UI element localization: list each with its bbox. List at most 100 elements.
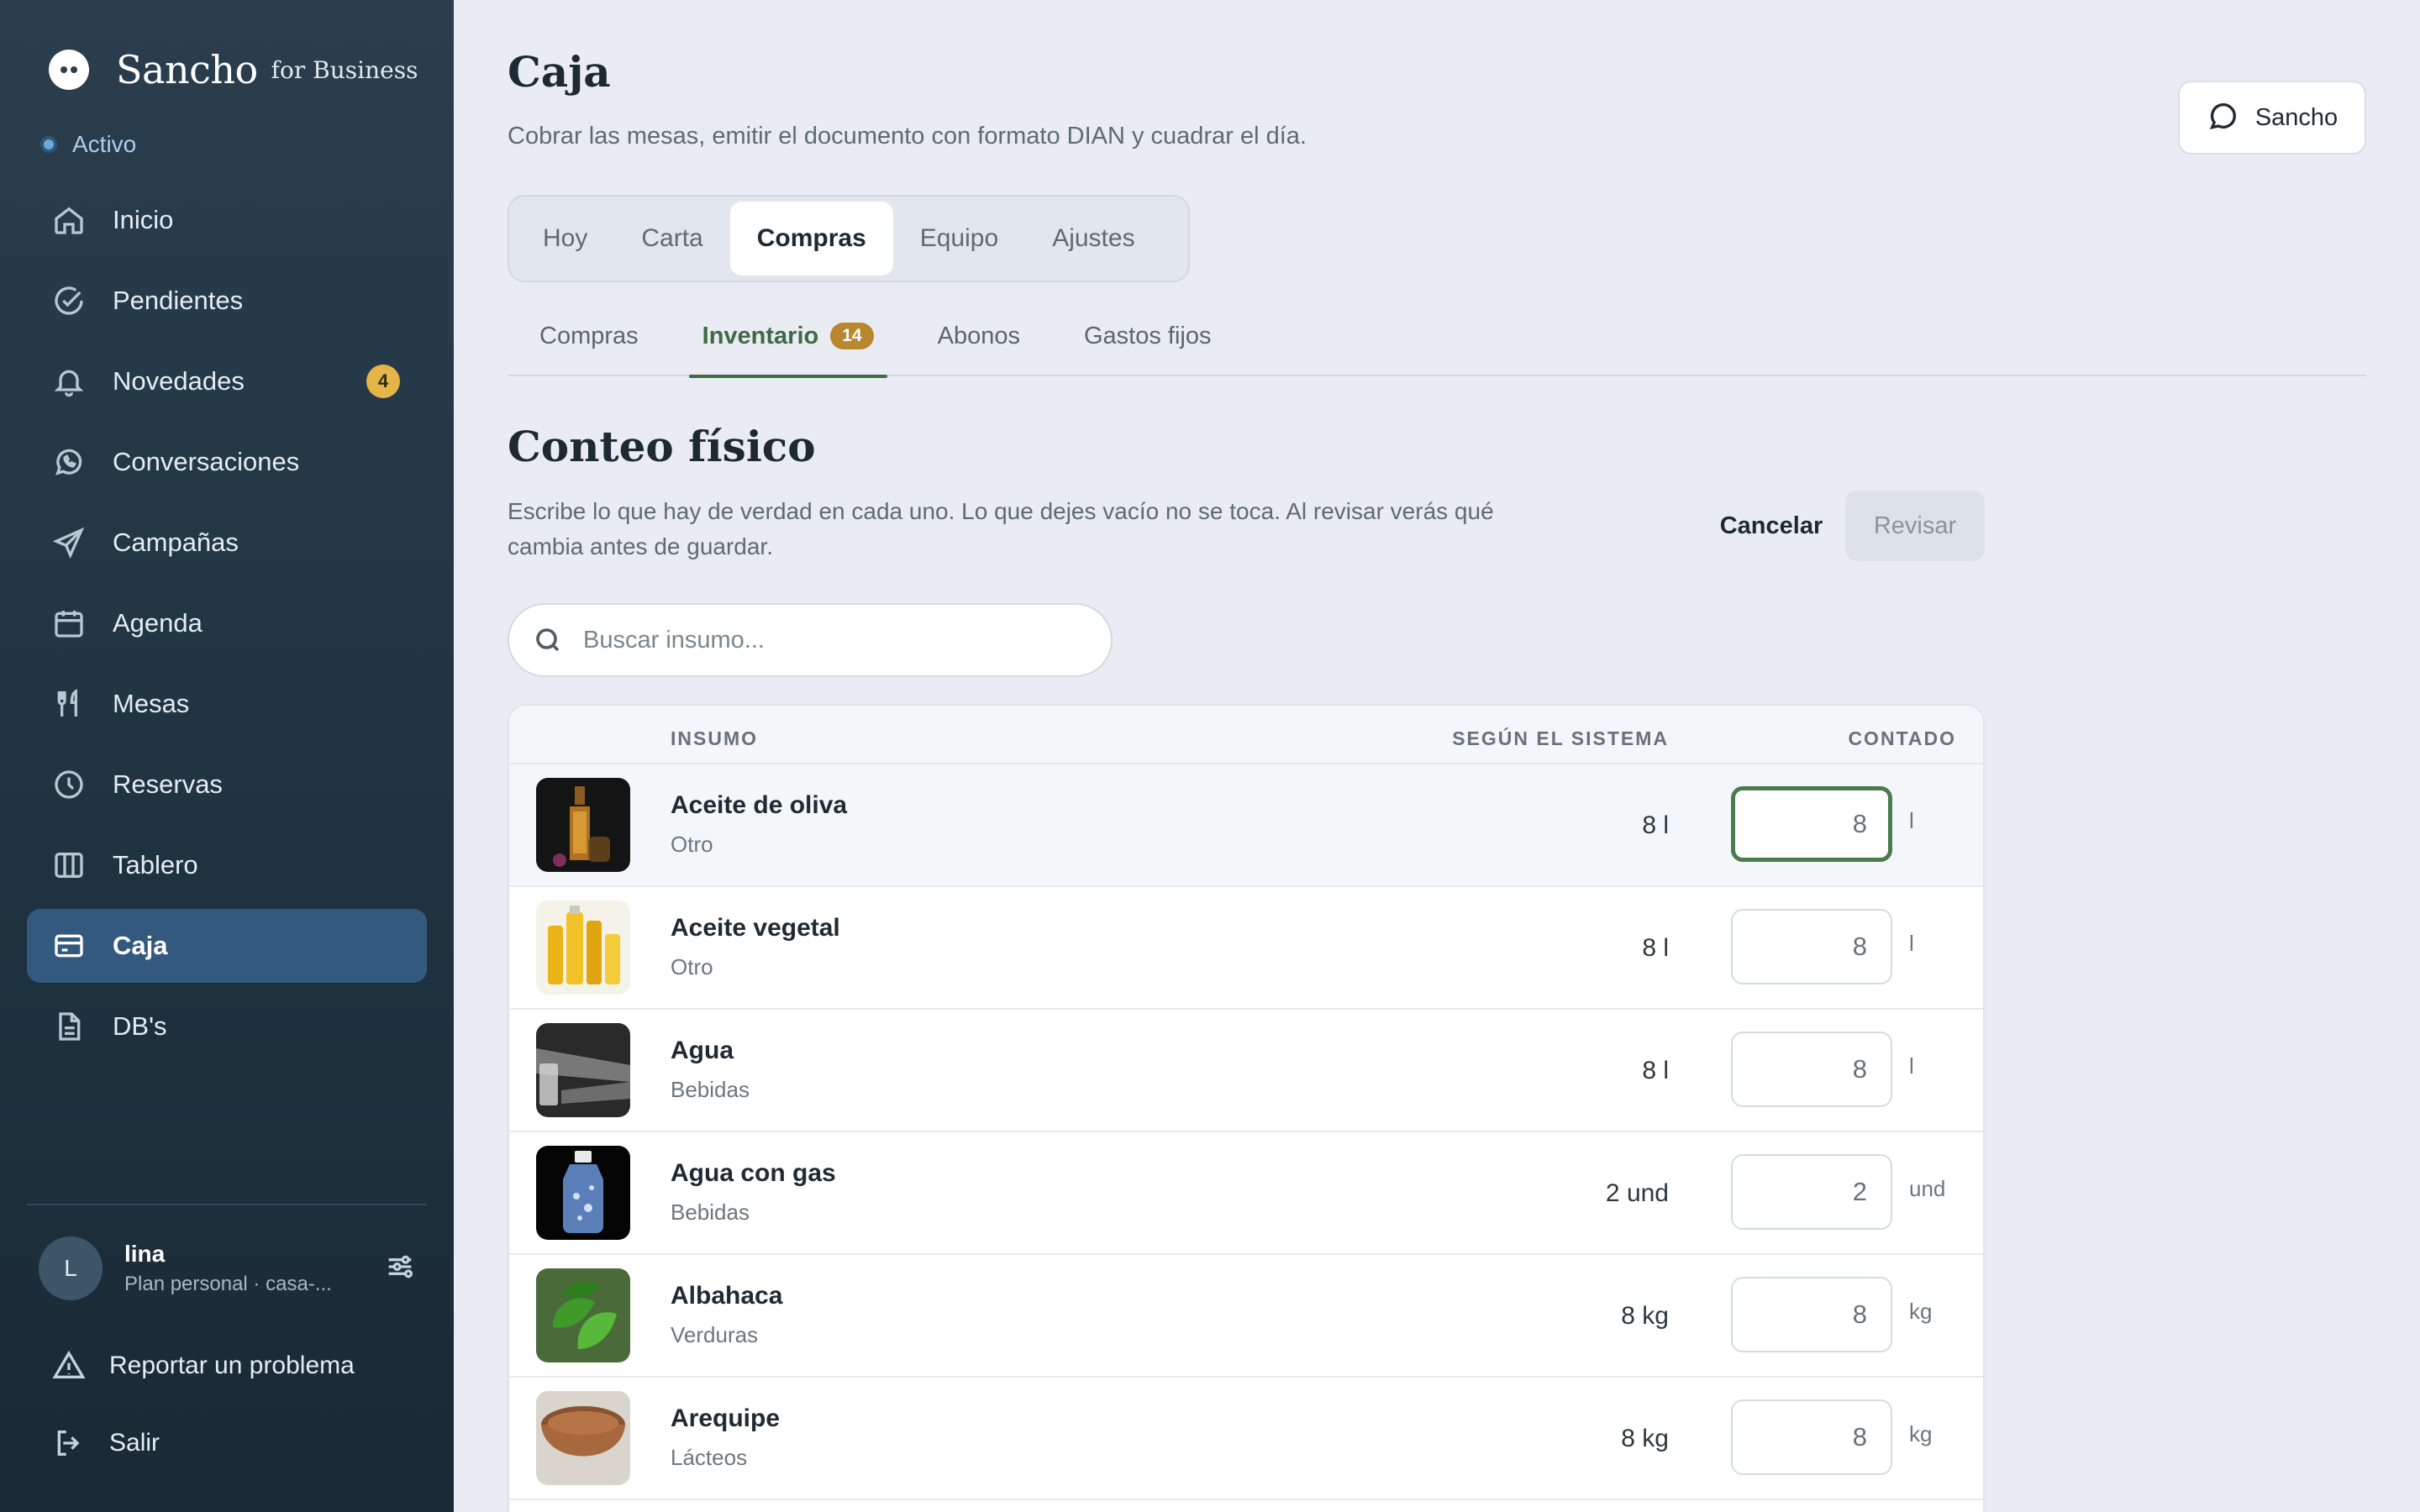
product-thumbnail bbox=[536, 1268, 630, 1362]
sidebar-item-label: Inicio bbox=[113, 205, 174, 234]
notification-badge: 4 bbox=[366, 365, 400, 398]
avatar: L bbox=[39, 1236, 103, 1300]
user-name: lina bbox=[124, 1241, 166, 1267]
clock-icon bbox=[52, 768, 86, 801]
table-header: INSUMO SEGÚN EL SISTEMA CONTADO bbox=[509, 706, 1983, 764]
user-plan: Plan personal · casa-... bbox=[124, 1273, 332, 1295]
cancel-button[interactable]: Cancelar bbox=[1687, 491, 1855, 561]
column-header-sistema: SEGÚN EL SISTEMA bbox=[1452, 727, 1669, 749]
subtab-label: Abonos bbox=[937, 323, 1020, 349]
tab-equipo[interactable]: Equipo bbox=[893, 202, 1025, 276]
subtab-abonos[interactable]: Abonos bbox=[906, 312, 1052, 376]
sidebar-item-agenda[interactable]: Agenda bbox=[27, 586, 427, 660]
tab-compras[interactable]: Compras bbox=[729, 202, 893, 276]
sidebar-item-conversaciones[interactable]: Conversaciones bbox=[27, 425, 427, 499]
sancho-logo-icon bbox=[49, 50, 89, 90]
table-row: Aceite vegetal Otro 8 l l bbox=[509, 887, 1983, 1010]
product-thumbnail bbox=[536, 900, 630, 995]
sub-tabs: Compras Inventario 14 Abonos Gastos fijo… bbox=[508, 312, 2366, 378]
product-thumbnail bbox=[536, 1146, 630, 1240]
sidebar-item-pendientes[interactable]: Pendientes bbox=[27, 264, 427, 338]
item-category: Otro bbox=[671, 954, 713, 979]
unit-label: kg bbox=[1909, 1299, 1933, 1324]
utensils-icon bbox=[52, 687, 86, 721]
tab-ajustes[interactable]: Ajustes bbox=[1025, 202, 1161, 276]
inventory-count-badge: 14 bbox=[830, 323, 874, 349]
sidebar-item-inicio[interactable]: Inicio bbox=[27, 183, 427, 257]
sliders-icon[interactable] bbox=[383, 1250, 417, 1284]
status-indicator: Activo bbox=[40, 131, 136, 158]
table-row: Albahaca Verduras 8 kg kg bbox=[509, 1255, 1983, 1378]
item-name: Aceite vegetal bbox=[671, 914, 840, 942]
brand[interactable]: Sancho for Business bbox=[49, 47, 418, 92]
product-thumbnail bbox=[536, 1391, 630, 1485]
report-problem-label: Reportar un problema bbox=[109, 1352, 355, 1379]
sidebar-item-label: Pendientes bbox=[113, 286, 244, 315]
counted-quantity-input[interactable] bbox=[1731, 1032, 1892, 1107]
logout-label: Salir bbox=[109, 1429, 160, 1457]
send-icon bbox=[52, 526, 86, 559]
sancho-button-label: Sancho bbox=[2254, 103, 2338, 131]
user-profile[interactable]: L lina Plan personal · casa-... bbox=[39, 1236, 417, 1300]
table-row: Agua Bebidas 8 l l bbox=[509, 1010, 1983, 1132]
subtab-compras[interactable]: Compras bbox=[508, 312, 671, 376]
product-thumbnail bbox=[536, 778, 630, 872]
unit-label: l bbox=[1909, 931, 1914, 956]
sidebar-nav: Inicio Pendientes Novedades 4 Conversaci… bbox=[27, 183, 427, 1070]
counted-quantity-input[interactable] bbox=[1731, 1399, 1892, 1475]
subtab-label: Inventario bbox=[702, 323, 819, 349]
section-title: Conteo físico bbox=[508, 422, 816, 471]
columns-icon bbox=[52, 848, 86, 882]
sidebar-item-mesas[interactable]: Mesas bbox=[27, 667, 427, 741]
search-icon bbox=[536, 628, 560, 652]
sidebar-item-label: Agenda bbox=[113, 608, 203, 638]
column-header-insumo: INSUMO bbox=[671, 727, 758, 749]
main-content: Caja Cobrar las mesas, emitir el documen… bbox=[454, 0, 2420, 1512]
table-row: Arequipe Lácteos 8 kg kg bbox=[509, 1378, 1983, 1500]
sidebar-item-novedades[interactable]: Novedades 4 bbox=[27, 344, 427, 418]
inventory-table: INSUMO SEGÚN EL SISTEMA CONTADO Aceite d… bbox=[508, 704, 1985, 1512]
sidebar-item-tablero[interactable]: Tablero bbox=[27, 828, 427, 902]
sidebar-item-campanas[interactable]: Campañas bbox=[27, 506, 427, 580]
sidebar: Sancho for Business Activo Inicio Pendie… bbox=[0, 0, 454, 1512]
counted-quantity-input[interactable] bbox=[1731, 1154, 1892, 1230]
item-name: Aceite de oliva bbox=[671, 791, 848, 819]
unit-label: l bbox=[1909, 808, 1914, 833]
review-button[interactable]: Revisar bbox=[1845, 491, 1985, 561]
item-name: Albahaca bbox=[671, 1282, 783, 1310]
item-category: Bebidas bbox=[671, 1077, 750, 1102]
sidebar-item-reservas[interactable]: Reservas bbox=[27, 748, 427, 822]
item-category: Otro bbox=[671, 832, 713, 857]
table-row: Aceite de oliva Otro 8 l l bbox=[509, 764, 1983, 887]
logout-icon bbox=[57, 1431, 80, 1456]
search-input[interactable] bbox=[583, 626, 1071, 654]
sidebar-item-label: Reservas bbox=[113, 769, 223, 799]
sidebar-item-caja[interactable]: Caja bbox=[27, 909, 427, 983]
home-icon bbox=[52, 203, 86, 237]
unit-label: l bbox=[1909, 1053, 1914, 1079]
unit-label: kg bbox=[1909, 1421, 1933, 1446]
counted-quantity-input[interactable] bbox=[1731, 1277, 1892, 1352]
brand-name: Sancho bbox=[116, 47, 258, 92]
sancho-assistant-button[interactable]: Sancho bbox=[2178, 81, 2366, 155]
subtab-inventario[interactable]: Inventario 14 bbox=[671, 312, 906, 378]
counted-quantity-input[interactable] bbox=[1731, 909, 1892, 984]
sidebar-item-label: Campañas bbox=[113, 528, 239, 557]
tab-hoy[interactable]: Hoy bbox=[516, 202, 614, 276]
logout-link[interactable]: Salir bbox=[52, 1426, 160, 1460]
subtab-gastos-fijos[interactable]: Gastos fijos bbox=[1052, 312, 1244, 376]
table-row: Agua con gas Bebidas 2 und und bbox=[509, 1132, 1983, 1255]
system-quantity: 8 kg bbox=[1621, 1302, 1669, 1330]
counted-quantity-input[interactable] bbox=[1731, 786, 1892, 862]
search-box[interactable] bbox=[508, 603, 1113, 677]
page-subtitle: Cobrar las mesas, emitir el documento co… bbox=[508, 123, 1307, 150]
sidebar-item-label: DB's bbox=[113, 1011, 167, 1041]
product-thumbnail bbox=[536, 1023, 630, 1117]
item-category: Lácteos bbox=[671, 1445, 748, 1470]
section-description: Escribe lo que hay de verdad en cada uno… bbox=[508, 498, 1494, 559]
page-title: Caja bbox=[508, 47, 611, 97]
system-quantity: 8 l bbox=[1642, 811, 1669, 839]
tab-carta[interactable]: Carta bbox=[614, 202, 729, 276]
report-problem-link[interactable]: Reportar un problema bbox=[52, 1349, 355, 1383]
sidebar-item-dbs[interactable]: DB's bbox=[27, 990, 427, 1063]
